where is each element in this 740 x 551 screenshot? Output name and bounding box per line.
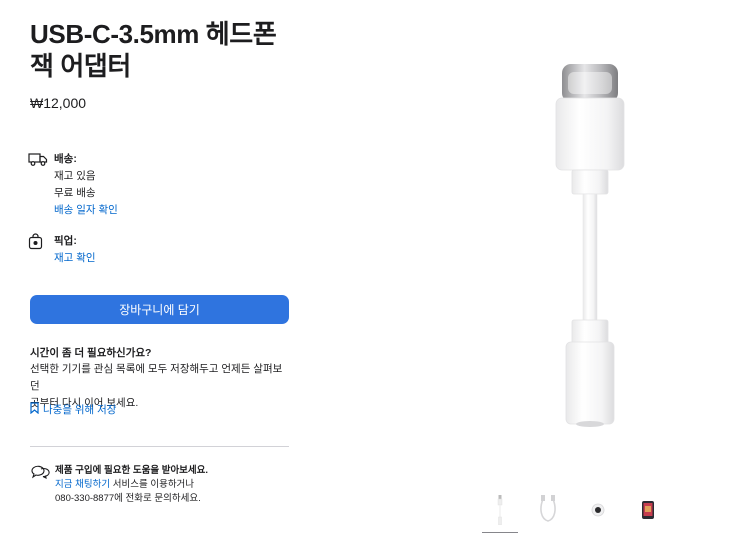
- delivery-label: 배송:: [54, 153, 77, 165]
- product-title: USB-C-3.5mm 헤드폰 잭 어댑터: [30, 19, 277, 81]
- save-section-title: 시간이 좀 더 필요하신가요?: [30, 347, 152, 359]
- product-image: [520, 58, 660, 438]
- pickup-stock-link[interactable]: 재고 확인: [54, 250, 96, 267]
- delivery-shipping-info: 무료 배송: [54, 187, 96, 199]
- chat-bubbles-icon: [30, 464, 50, 485]
- thumbnail-adapter-jack[interactable]: [580, 488, 616, 532]
- bookmark-icon: [30, 402, 39, 417]
- help-phone-text: 080-330-8877에 전화로 문의하세요.: [55, 493, 201, 504]
- save-for-later-label: 나중을 위해 저장: [43, 404, 117, 416]
- delivery-date-link[interactable]: 배송 일자 확인: [54, 202, 118, 219]
- product-price: ₩12,000: [30, 95, 87, 111]
- truck-icon: [28, 151, 48, 172]
- pickup-label: 픽업:: [54, 235, 77, 247]
- save-description-line-1: 선택한 기기를 관심 목록에 모두 저장해두고 언제든 살펴보던: [30, 363, 283, 392]
- section-divider: [30, 446, 289, 447]
- gallery-thumbnails: [480, 488, 680, 538]
- thumbnail-adapter-front[interactable]: [482, 488, 518, 533]
- help-title: 제품 구입에 필요한 도움을 받아보세요.: [55, 465, 209, 476]
- chat-suffix-text: 서비스를 이용하거나: [110, 479, 195, 490]
- delivery-section: 배송: 재고 있음 무료 배송 배송 일자 확인: [28, 151, 288, 221]
- save-for-later-link[interactable]: 나중을 위해 저장: [30, 402, 116, 417]
- delivery-stock-status: 재고 있음: [54, 170, 96, 182]
- add-to-cart-button[interactable]: 장바구니에 담기: [30, 295, 289, 324]
- store-bag-icon: [28, 233, 44, 255]
- thumbnail-adapter-with-phone[interactable]: [630, 488, 666, 532]
- pickup-section: 픽업: 재고 확인: [28, 233, 288, 269]
- chat-now-link[interactable]: 지금 채팅하기: [55, 479, 110, 490]
- thumbnail-adapter-side[interactable]: [530, 488, 566, 532]
- help-section: 제품 구입에 필요한 도움을 받아보세요. 지금 채팅하기 서비스를 이용하거나…: [30, 464, 300, 508]
